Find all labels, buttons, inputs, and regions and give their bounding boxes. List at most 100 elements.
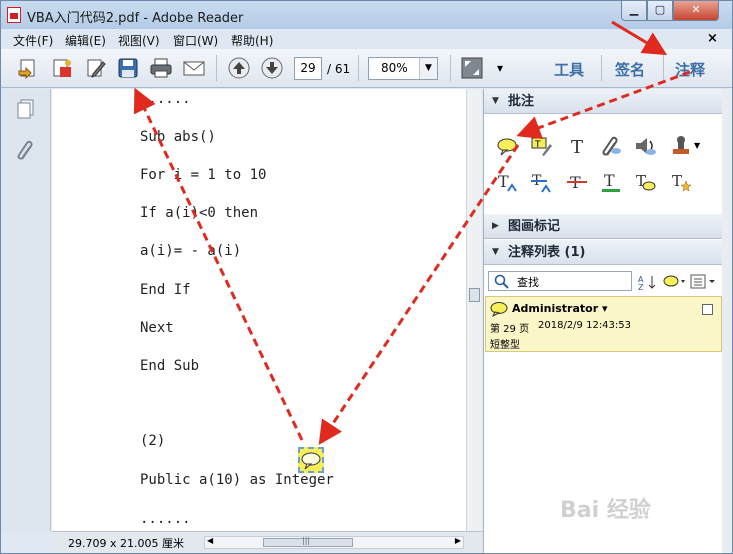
edit-document-icon[interactable] [85,57,107,79]
print-icon[interactable] [150,57,172,79]
app-window: VBA入门代码2.pdf - Adobe Reader ▁ ▢ ✕ 文件(F) … [0,0,733,554]
page-total: / 61 [327,62,351,76]
toolbar-separator [358,55,359,81]
highlight-text-icon[interactable]: T [530,135,552,157]
open-file-icon[interactable] [17,57,39,80]
annotations-title: 批注 [508,94,535,109]
speech-bubble-icon [490,302,508,317]
scroll-thumb[interactable] [469,288,480,302]
menu-view[interactable]: 视图(V) [118,32,160,49]
sign-button[interactable]: 签名 [615,59,645,80]
svg-text:T: T [672,172,682,190]
comment-date: 2018/2/9 12:43:53 [538,320,632,331]
toolbar-separator [601,55,602,81]
comment-list-title: 注释列表 (1) [508,245,586,260]
sort-az-icon[interactable]: AZ [637,273,659,291]
title-bar: VBA入门代码2.pdf - Adobe Reader ▁ ▢ ✕ [1,1,732,29]
svg-text:T: T [571,137,583,157]
minimize-button[interactable]: ▁ [621,1,647,21]
search-icon [494,274,509,289]
comment-search-input[interactable]: 查找 [488,271,632,291]
fullscreen-icon[interactable] [461,57,483,79]
comment-page: 第 29 页 [490,324,530,335]
drawing-markup-header[interactable]: ▶ 图画标记 [484,214,723,239]
panel-scrollbar[interactable] [722,89,732,553]
toolbar-separator [216,55,217,81]
comment-author[interactable]: Administrator ▾ [512,302,607,315]
comment-button[interactable]: 注释 [675,59,705,80]
options-menu-icon[interactable] [690,273,718,291]
drawing-markup-title: 图画标记 [508,219,561,234]
svg-text:T: T [498,172,509,191]
tools-button[interactable]: 工具 [554,59,584,80]
pdf-file-icon [7,7,21,23]
document-view[interactable]: ...... Sub abs() For i = 1 to 10 If a(i)… [52,89,466,531]
navigation-rail [1,89,51,531]
add-text-icon[interactable]: T [566,135,588,157]
page-number-input[interactable]: 29 [294,57,322,80]
svg-text:T: T [534,140,541,150]
page-size: 29.709 x 21.005 厘米 [68,537,184,550]
speech-bubble-icon [301,452,321,470]
menu-edit[interactable]: 编辑(E) [65,32,106,49]
menu-window[interactable]: 窗口(W) [173,32,218,49]
menu-help[interactable]: 帮助(H) [231,32,273,49]
menu-bar: 文件(F) 编辑(E) 视图(V) 窗口(W) 帮助(H) × [1,29,732,49]
stamp-icon[interactable] [670,135,692,157]
close-document-icon[interactable]: × [707,31,718,46]
svg-text:Z: Z [638,283,644,291]
filter-comments-icon[interactable] [662,273,688,291]
code-line: ...... [140,511,191,527]
stamp-dropdown-icon[interactable]: ▼ [694,141,700,150]
search-placeholder: 查找 [517,276,539,289]
record-audio-icon[interactable] [634,135,656,157]
replace-text-icon[interactable]: T [530,171,552,193]
attachments-icon[interactable] [15,139,37,163]
strikethrough-icon[interactable]: T [566,171,588,193]
code-line: (2) [140,433,166,449]
text-star-icon[interactable]: T [670,171,692,193]
annotations-header[interactable]: ▼ 批注 [484,89,723,114]
code-line: End If [140,282,191,298]
email-icon[interactable] [183,57,205,79]
domain-watermark: XHLKS.CN [641,528,715,543]
insert-text-icon[interactable]: T [496,171,518,193]
page-thumbnails-icon[interactable] [15,98,37,120]
toolbar: 29 / 61 80% ▼ ▾ 工具 签名 注释 [1,49,732,88]
collapse-triangle-icon: ▼ [492,247,499,257]
code-line: a(i)= - a(i) [140,243,242,259]
underline-icon[interactable]: T [600,171,622,193]
code-line: End Sub [140,358,200,374]
text-comment-icon[interactable]: T [634,171,656,193]
window-title: VBA入门代码2.pdf - Adobe Reader [27,11,244,26]
collapse-triangle-icon: ▼ [492,96,499,106]
menu-file[interactable]: 文件(F) [13,32,53,49]
save-icon[interactable] [117,57,139,79]
close-window-button[interactable]: ✕ [673,1,719,21]
zoom-select[interactable]: 80% ▼ [368,57,438,80]
scroll-right-icon[interactable]: ▶ [455,536,461,545]
comment-list-item[interactable]: Administrator ▾ 第 29 页 2018/2/9 12:43:53… [485,296,722,352]
sticky-note-icon[interactable] [496,135,518,157]
toolbar-separator [663,55,664,81]
create-pdf-icon[interactable] [51,57,73,79]
comment-checkbox[interactable] [702,304,713,315]
horizontal-scrollbar[interactable]: ◀ ||| ▶ [204,536,464,549]
vertical-scrollbar[interactable] [466,89,482,531]
toolbar-more-icon[interactable]: ▾ [497,61,503,75]
scroll-left-icon[interactable]: ◀ [207,536,213,545]
sticky-note-annotation[interactable] [298,447,324,473]
toolbar-separator [450,55,451,81]
code-line: Public a(10) as Integer [140,472,334,488]
attach-file-icon[interactable] [600,135,622,157]
comment-list-header[interactable]: ▼ 注释列表 (1) [484,240,723,265]
horizontal-scroll-thumb[interactable]: ||| [263,536,353,547]
maximize-button[interactable]: ▢ [647,1,673,21]
previous-page-icon[interactable] [228,57,250,79]
comment-body: 短整型 [490,340,520,351]
code-line: For i = 1 to 10 [140,167,267,183]
comment-pane: ▼ 批注 T T ▼ T T T T T T ▶ 图画标记 ▼ 注释列表 (1) 查找… [483,89,723,553]
chevron-down-icon[interactable]: ▼ [419,58,437,79]
code-line: ...... [140,91,191,107]
next-page-icon[interactable] [261,57,283,79]
